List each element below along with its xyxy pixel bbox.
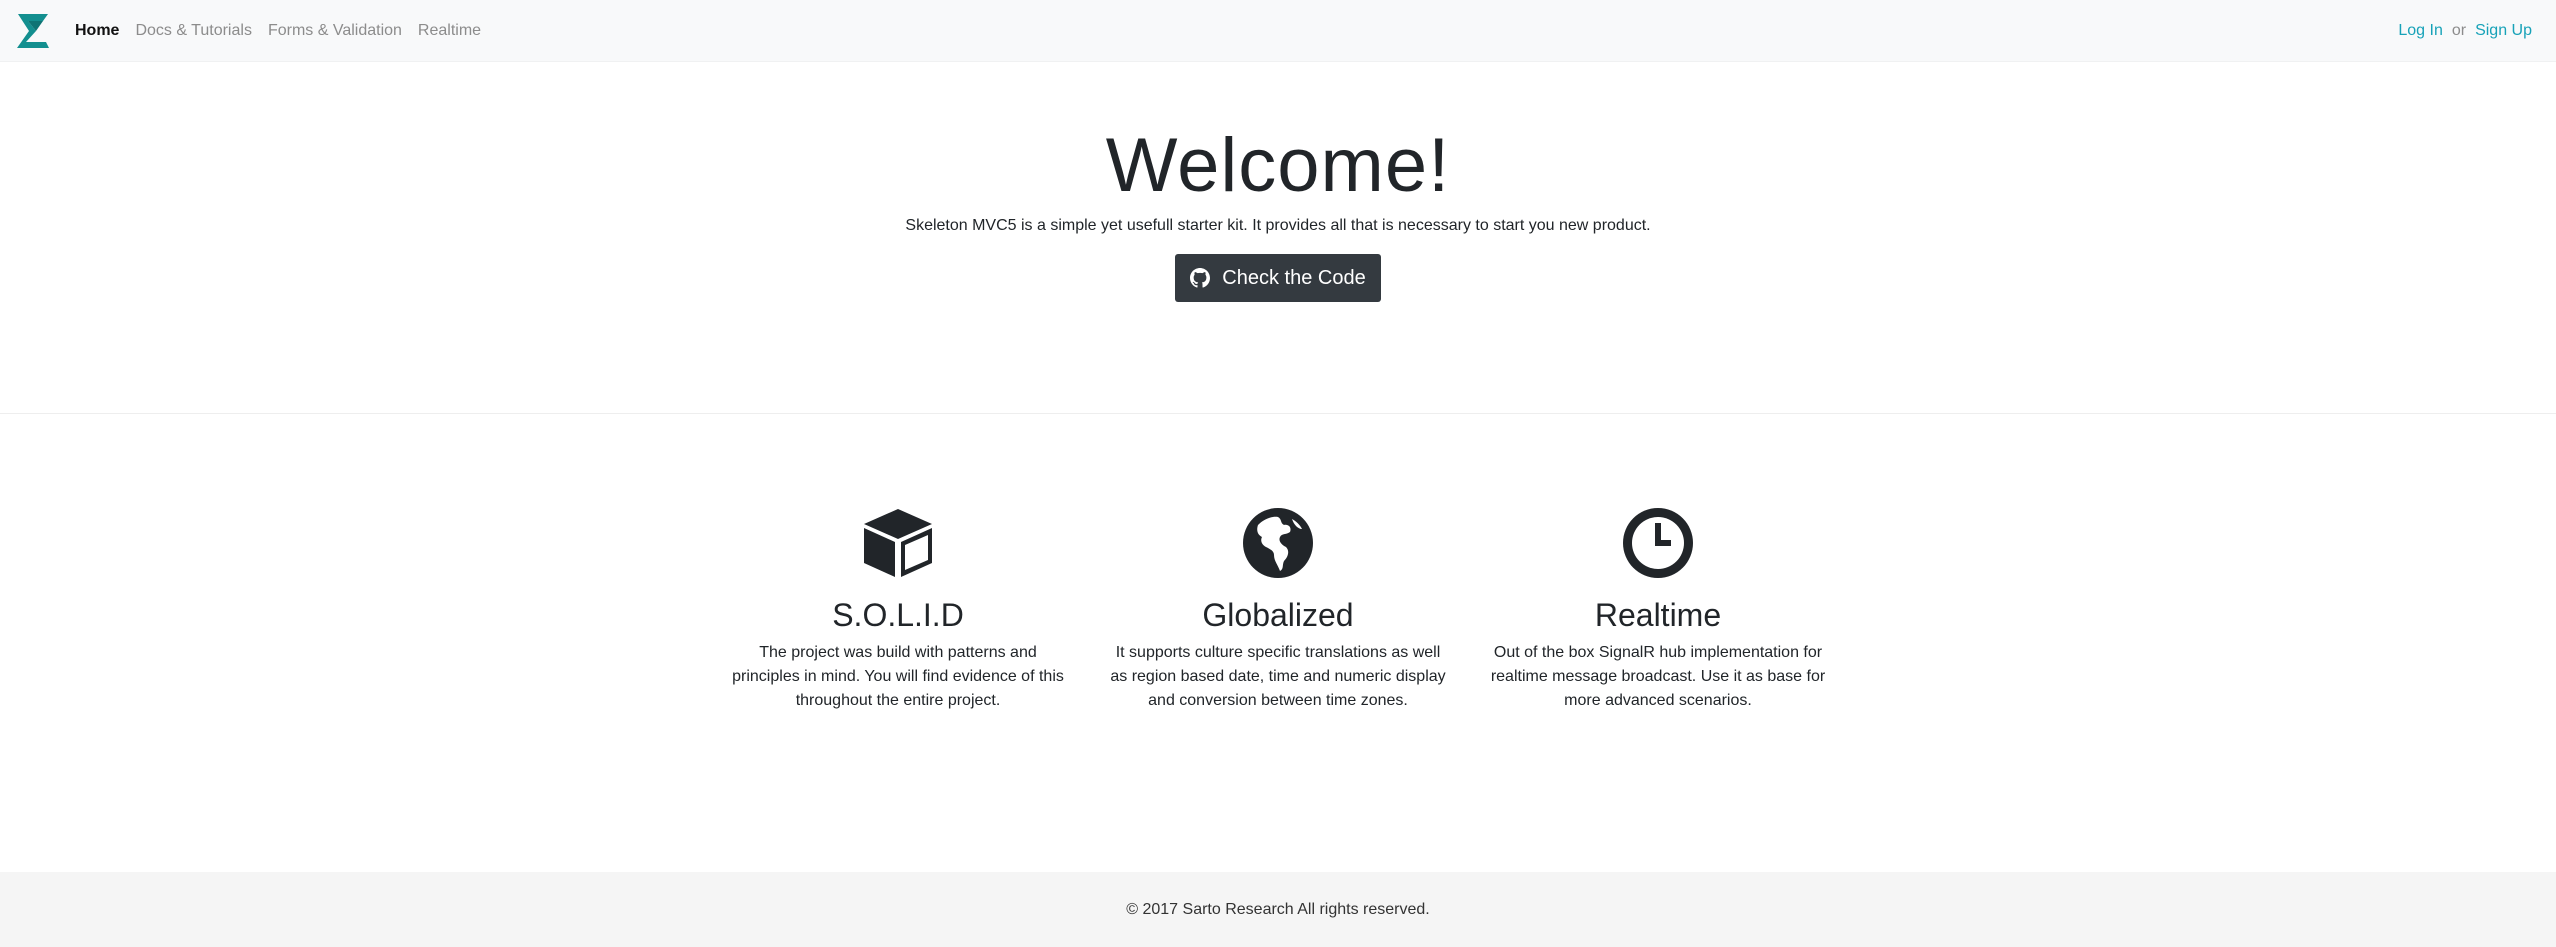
or-separator: or (2451, 22, 2467, 39)
top-navbar: Home Docs & Tutorials Forms & Validation… (0, 0, 2556, 62)
nav-link-realtime[interactable]: Realtime (418, 22, 481, 40)
footer-copyright: © 2017 Sarto Research All rights reserve… (1126, 900, 1430, 918)
login-link[interactable]: Log In (2398, 22, 2442, 40)
feature-solid-text: The project was build with patterns and … (732, 644, 1064, 709)
hero-title: Welcome! (1105, 123, 1451, 208)
nav-link-docs-tutorials[interactable]: Docs & Tutorials (135, 22, 251, 40)
feature-solid-title: S.O.L.I.D (832, 597, 964, 633)
feature-solid: S.O.L.I.D The project was build with pat… (728, 505, 1068, 713)
nav-links: Home Docs & Tutorials Forms & Validation… (75, 0, 497, 62)
feature-realtime-title: Realtime (1594, 597, 1722, 633)
check-the-code-label: Check the Code (1222, 266, 1366, 289)
signup-link[interactable]: Sign Up (2475, 22, 2532, 40)
section-divider (0, 413, 2556, 414)
hero-section: Welcome! Skeleton MVC5 is a simple yet u… (0, 62, 2556, 413)
feature-realtime: Realtime Out of the box SignalR hub impl… (1488, 505, 1828, 713)
feature-realtime-text: Out of the box SignalR hub implementatio… (1490, 644, 1826, 709)
cube-icon (864, 509, 932, 577)
globe-icon (1243, 508, 1313, 578)
feature-globalized: Globalized It supports culture specific … (1108, 505, 1448, 713)
brand-logo-icon[interactable] (16, 13, 50, 49)
page-footer: © 2017 Sarto Research All rights reserve… (0, 872, 2556, 947)
nav-link-home[interactable]: Home (75, 22, 119, 40)
github-icon (1190, 268, 1211, 288)
auth-links: Log In or Sign Up (2398, 0, 2532, 62)
clock-icon (1623, 508, 1693, 578)
feature-globalized-title: Globalized (1202, 597, 1354, 633)
hero-lead: Skeleton MVC5 is a simple yet usefull st… (905, 217, 1651, 234)
check-the-code-button[interactable]: Check the Code (1175, 254, 1381, 302)
feature-globalized-text: It supports culture specific translation… (1110, 644, 1446, 709)
nav-link-forms-validation[interactable]: Forms & Validation (268, 22, 402, 40)
